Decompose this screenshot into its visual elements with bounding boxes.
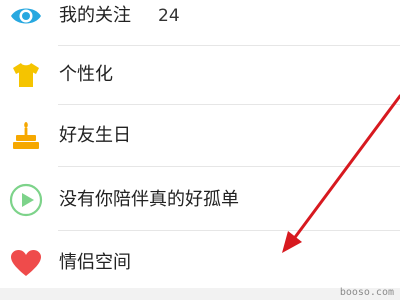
- menu-item-personalize[interactable]: 个性化: [0, 46, 400, 104]
- menu-list: 我的关注 24 个性化 好友生日 没有你陪伴真的好孤单 情侣空间: [0, 0, 400, 288]
- birthday-cake-icon: [8, 118, 44, 154]
- menu-item-label: 情侣空间: [59, 252, 131, 273]
- tshirt-icon: [8, 57, 44, 93]
- menu-item-label: 没有你陪伴真的好孤单: [59, 189, 239, 210]
- divider: [58, 230, 400, 231]
- bottom-bar: booso.com: [0, 287, 400, 300]
- menu-item-label: 我的关注: [59, 5, 131, 26]
- menu-item-friend-birthdays[interactable]: 好友生日: [0, 107, 400, 165]
- menu-item-following[interactable]: 我的关注 24: [0, 0, 400, 45]
- following-count: 24: [158, 6, 180, 26]
- play-circle-icon: [8, 182, 44, 218]
- divider: [58, 104, 400, 105]
- menu-item-label: 好友生日: [59, 125, 131, 146]
- eye-icon: [8, 0, 44, 34]
- divider: [58, 166, 400, 167]
- menu-item-couple-space[interactable]: 情侣空间: [0, 234, 400, 292]
- watermark: booso.com: [339, 287, 394, 298]
- menu-item-label: 个性化: [59, 64, 113, 85]
- menu-item-lonely[interactable]: 没有你陪伴真的好孤单: [0, 171, 400, 229]
- heart-icon: [8, 245, 44, 281]
